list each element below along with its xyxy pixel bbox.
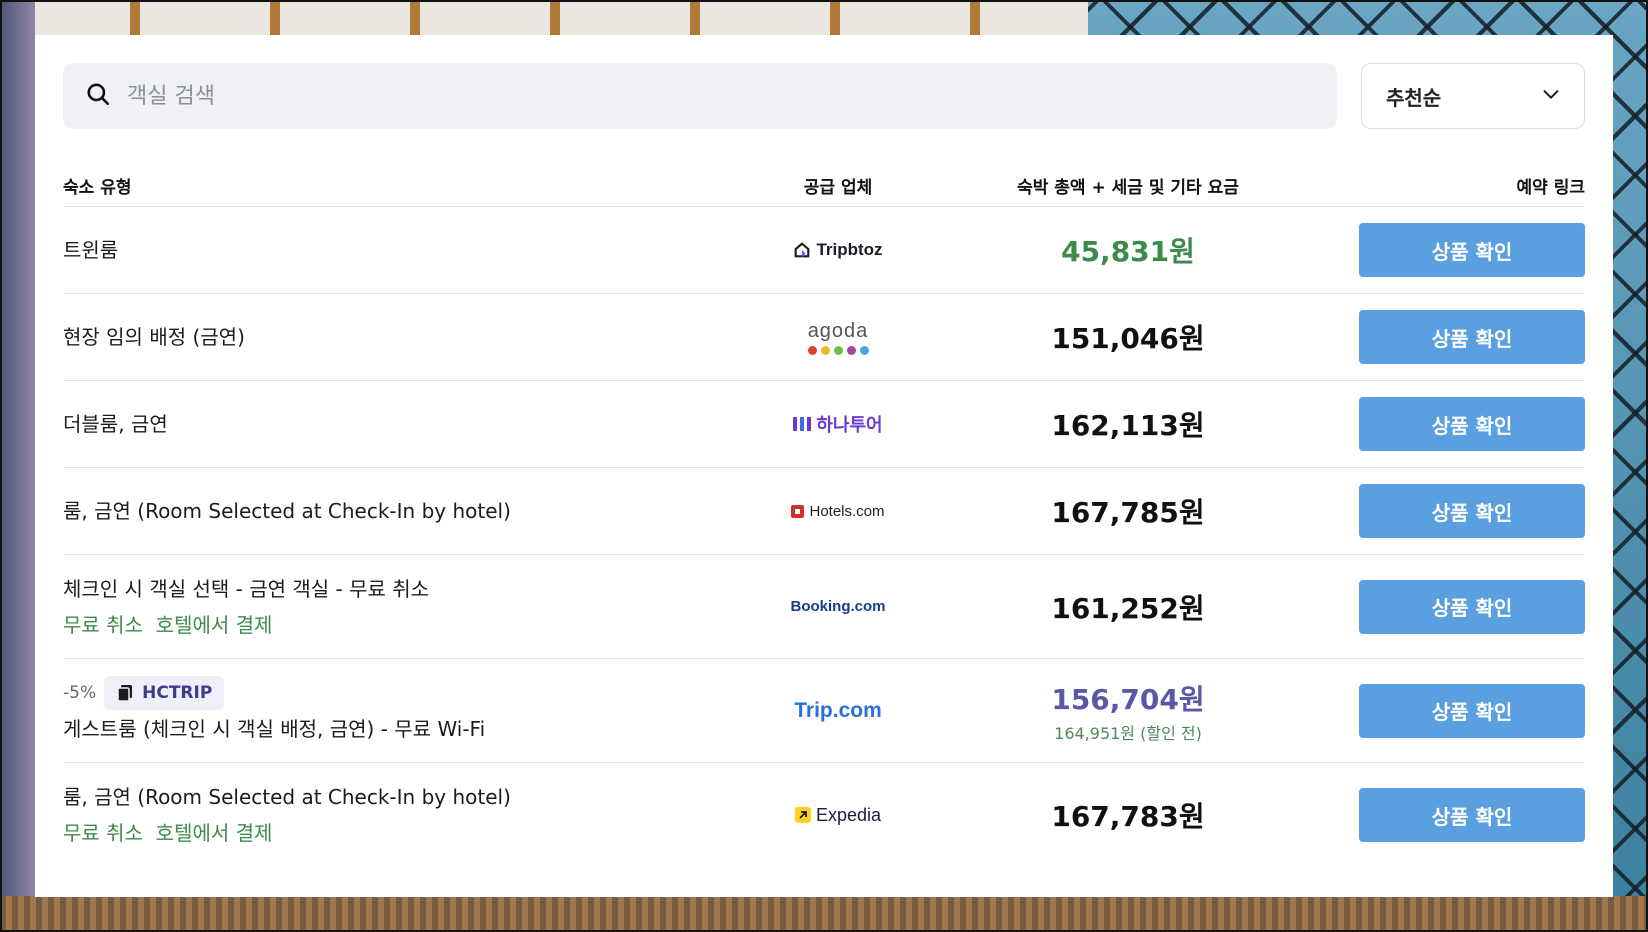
table-row: 더블룸, 금연 하나투어 162,113원 상품 확인 — [63, 381, 1585, 468]
vendor-logo-booking: Booking.com — [723, 598, 953, 615]
background-floor — [0, 896, 1648, 932]
room-type: 더블룸, 금연 — [63, 412, 168, 436]
table-row: 트윈룸 Tripbtoz 45,831원 상품 확인 — [63, 207, 1585, 294]
room-tags: 무료 취소 호텔에서 결제 — [63, 612, 273, 637]
coupon-code: HCTRIP — [142, 682, 213, 703]
check-offer-button[interactable]: 상품 확인 — [1359, 397, 1585, 451]
vendor-logo-tripcom: Trip.com — [723, 699, 953, 723]
expedia-logo-icon — [794, 807, 811, 823]
room-type: 체크인 시 객실 선택 - 금연 객실 - 무료 취소 — [63, 576, 430, 601]
room-tags: 무료 취소 호텔에서 결제 — [63, 821, 273, 845]
vendor-name: Trip.com — [794, 698, 882, 722]
room-list-panel: 추천순 숙소 유형 공급 업체 숙박 총액 + 세금 및 기타 요금 예약 링크… — [35, 35, 1613, 897]
coupon-badge: HCTRIP — [104, 675, 225, 710]
discount-rate: -5% — [63, 682, 97, 703]
vendor-logo-agoda: agoda — [723, 320, 953, 355]
search-input[interactable] — [127, 83, 1127, 109]
vendor-name: Booking.com — [790, 598, 886, 615]
hanatour-logo-icon — [793, 417, 812, 431]
price-total: 151,046원 — [1051, 322, 1205, 355]
table-row: -5% HCTRIP 게스트룸 (체크인 시 객실 배정, 금연) - 무료 W… — [63, 659, 1585, 763]
vendor-logo-hanatour: 하나투어 — [723, 411, 953, 437]
vendor-name: 하나투어 — [816, 415, 883, 436]
coupon-icon — [117, 684, 133, 702]
room-type: 게스트룸 (체크인 시 객실 배정, 금연) - 무료 Wi-Fi — [63, 716, 486, 741]
check-offer-button[interactable]: 상품 확인 — [1359, 310, 1585, 364]
vendor-name: Hotels.com — [809, 502, 885, 520]
vendor-logo-expedia: Expedia — [723, 805, 953, 826]
header-room-type: 숙소 유형 — [63, 178, 132, 198]
sort-selected-label: 추천순 — [1386, 85, 1442, 110]
price-total: 156,704원 — [1051, 682, 1205, 716]
price-total: 161,252원 — [1051, 591, 1205, 625]
price-total: 45,831원 — [1061, 235, 1195, 268]
price-total: 167,783원 — [1051, 800, 1205, 833]
search-icon — [85, 81, 111, 111]
header-booking-link: 예약 링크 — [1516, 178, 1585, 198]
room-type: 룸, 금연 (Room Selected at Check-In by hote… — [63, 499, 511, 523]
agoda-dots-icon — [807, 345, 869, 355]
vendor-logo-hotelscom: Hotels.com — [723, 503, 953, 520]
check-offer-button[interactable]: 상품 확인 — [1359, 683, 1585, 738]
vendor-logo-tripbtoz: Tripbtoz — [723, 240, 953, 260]
header-price: 숙박 총액 + 세금 및 기타 요금 — [1017, 178, 1239, 198]
room-type: 현장 임의 배정 (금연) — [63, 325, 245, 349]
chevron-down-icon — [1540, 83, 1562, 110]
room-type: 트윈룸 — [63, 238, 119, 262]
tripbtoz-logo-icon — [795, 242, 810, 258]
price-total: 167,785원 — [1051, 496, 1205, 529]
price-total: 162,113원 — [1051, 409, 1205, 442]
check-offer-button[interactable]: 상품 확인 — [1359, 579, 1585, 634]
vendor-name: Expedia — [815, 804, 882, 825]
price-before-discount: 164,951원 (할인 전) — [1054, 723, 1202, 743]
table-row: 현장 임의 배정 (금연) agoda 151,046원 상품 확인 — [63, 294, 1585, 381]
check-offer-button[interactable]: 상품 확인 — [1359, 788, 1585, 842]
search-box[interactable] — [63, 63, 1337, 129]
table-row: 룸, 금연 (Room Selected at Check-In by hote… — [63, 763, 1585, 867]
table-row: 룸, 금연 (Room Selected at Check-In by hote… — [63, 468, 1585, 555]
sort-dropdown[interactable]: 추천순 — [1361, 63, 1585, 129]
room-type: 룸, 금연 (Room Selected at Check-In by hote… — [63, 785, 511, 809]
table-row: 체크인 시 객실 선택 - 금연 객실 - 무료 취소 무료 취소 호텔에서 결… — [63, 555, 1585, 659]
check-offer-button[interactable]: 상품 확인 — [1359, 484, 1585, 538]
header-vendor: 공급 업체 — [803, 178, 873, 198]
table-header: 숙소 유형 공급 업체 숙박 총액 + 세금 및 기타 요금 예약 링크 — [63, 165, 1585, 207]
vendor-name: Tripbtoz — [816, 240, 883, 259]
vendor-name: agoda — [807, 319, 869, 342]
search-bar-row: 추천순 — [63, 63, 1585, 129]
hotelscom-logo-icon — [791, 504, 805, 518]
offers-table: 숙소 유형 공급 업체 숙박 총액 + 세금 및 기타 요금 예약 링크 트윈룸… — [63, 165, 1585, 867]
check-offer-button[interactable]: 상품 확인 — [1359, 223, 1585, 277]
